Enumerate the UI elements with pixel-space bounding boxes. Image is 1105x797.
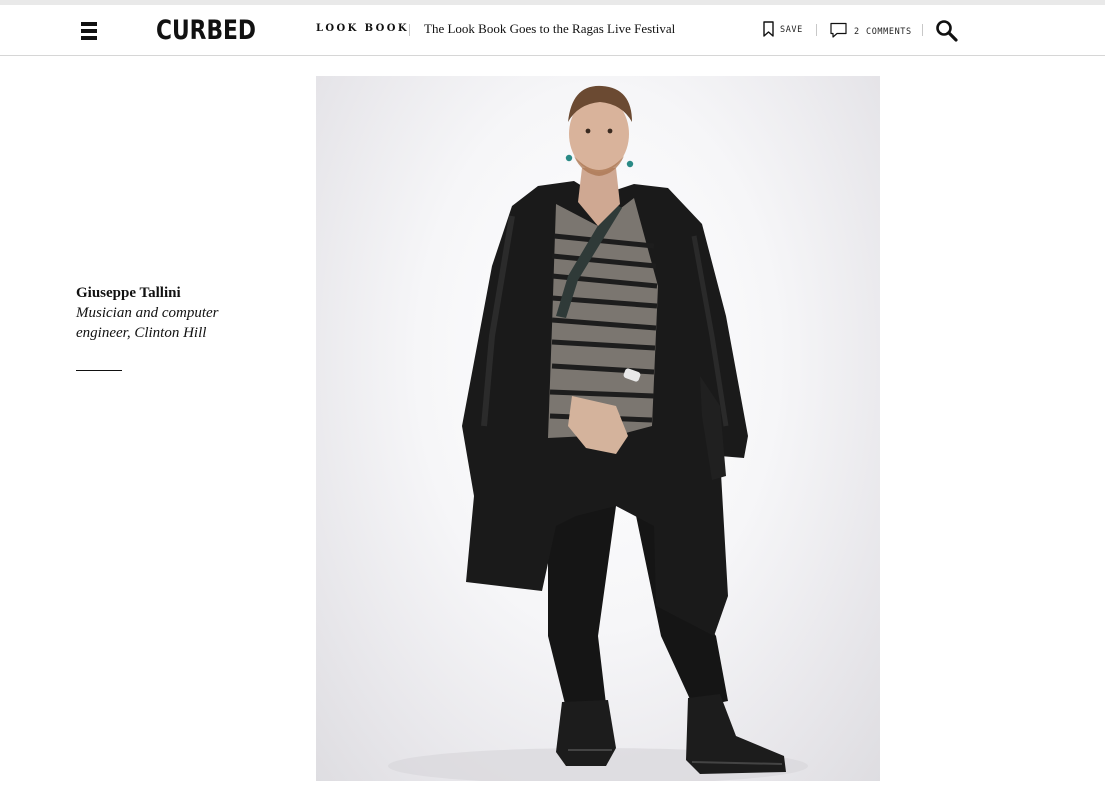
curbed-logo[interactable]: CURBED bbox=[155, 14, 257, 46]
comments-label: COMMENTS bbox=[866, 27, 912, 37]
logo-text: CURBED bbox=[156, 15, 256, 44]
subject-name: Giuseppe Tallini bbox=[76, 285, 181, 301]
logo-wordmark: CURBED bbox=[155, 14, 257, 46]
bookmark-icon bbox=[763, 21, 774, 37]
search-button[interactable] bbox=[935, 19, 959, 43]
header-divider bbox=[922, 24, 923, 36]
save-label: SAVE bbox=[780, 25, 803, 35]
portrait-figure bbox=[388, 85, 808, 781]
portrait-photo bbox=[316, 76, 880, 781]
magnifier-icon bbox=[936, 20, 958, 42]
comments-count: 2 bbox=[854, 27, 860, 37]
section-label[interactable]: LOOK BOOK bbox=[316, 23, 409, 34]
menu-button[interactable] bbox=[79, 19, 99, 43]
caption-divider bbox=[76, 370, 122, 371]
hamburger-icon-bar bbox=[81, 29, 97, 33]
article-headline[interactable]: The Look Book Goes to the Ragas Live Fes… bbox=[424, 21, 675, 37]
hamburger-icon bbox=[81, 22, 97, 26]
comment-bubble-icon bbox=[830, 22, 847, 38]
photo-caption: Giuseppe Tallini Musician and computer e… bbox=[76, 283, 276, 343]
subject-description: Musician and computer engineer, Clinton … bbox=[76, 305, 219, 341]
site-header: CURBED LOOK BOOK The Look Book Goes to t… bbox=[0, 5, 1105, 56]
header-divider bbox=[816, 24, 817, 36]
hamburger-icon-bar bbox=[81, 36, 97, 40]
header-divider bbox=[409, 24, 410, 36]
